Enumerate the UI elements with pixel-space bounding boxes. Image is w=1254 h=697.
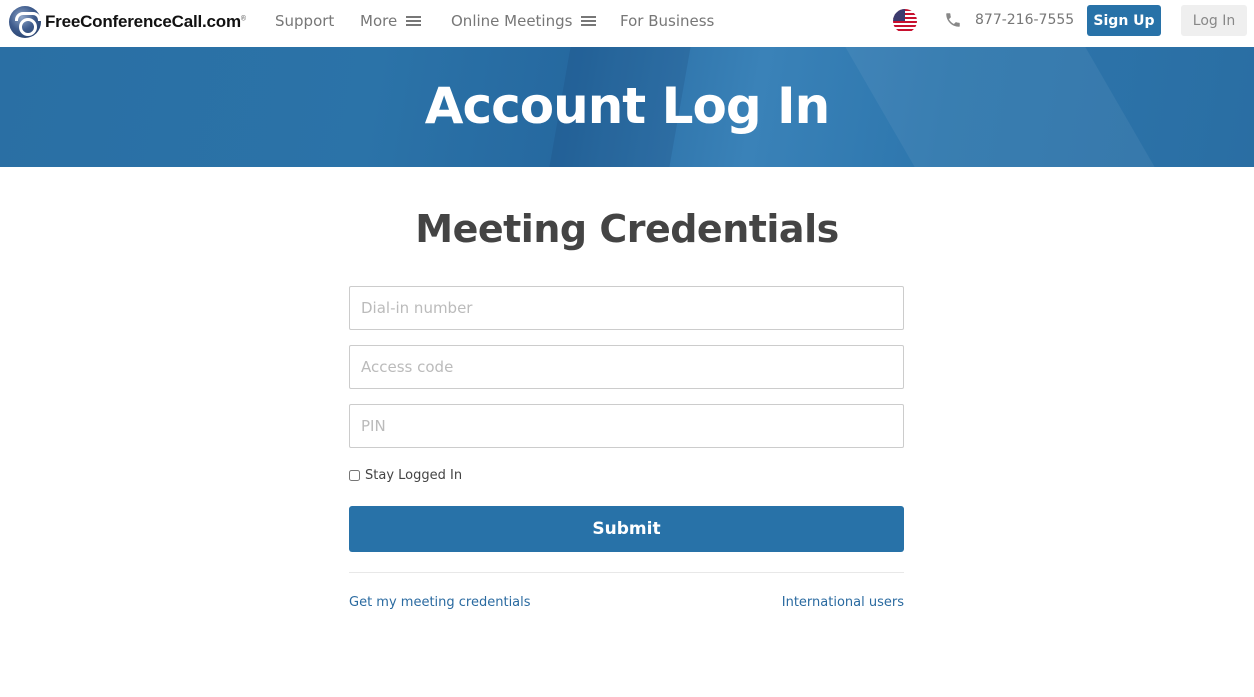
nav-support[interactable]: Support xyxy=(275,12,334,30)
telephone-logo-icon xyxy=(9,6,41,38)
get-meeting-credentials-link[interactable]: Get my meeting credentials xyxy=(349,595,531,610)
hamburger-menu-icon xyxy=(581,14,597,28)
submit-button[interactable]: Submit xyxy=(349,506,904,552)
hamburger-menu-icon xyxy=(406,14,422,28)
logo-text: FreeConferenceCall.com® xyxy=(45,12,246,31)
international-users-link[interactable]: International users xyxy=(782,595,904,610)
pin-input[interactable] xyxy=(349,404,904,448)
access-code-input[interactable] xyxy=(349,345,904,389)
nav-for-business-label: For Business xyxy=(620,12,715,30)
dial-in-number-input[interactable] xyxy=(349,286,904,330)
section-title: Meeting Credentials xyxy=(415,207,839,251)
sign-up-button[interactable]: Sign Up xyxy=(1087,5,1161,36)
registered-mark: ® xyxy=(240,15,246,23)
nav-support-label: Support xyxy=(275,12,335,30)
phone-number[interactable]: 877-216-7555 xyxy=(975,12,1074,28)
nav-more[interactable]: More xyxy=(360,12,422,30)
phone-icon xyxy=(946,13,960,27)
divider xyxy=(349,572,904,573)
top-navigation: FreeConferenceCall.com® Support More Onl… xyxy=(0,0,1254,46)
log-in-button[interactable]: Log In xyxy=(1181,5,1247,36)
stay-logged-in-label: Stay Logged In xyxy=(365,468,463,483)
nav-more-label: More xyxy=(360,12,398,30)
nav-for-business[interactable]: For Business xyxy=(620,12,714,30)
us-flag-icon[interactable] xyxy=(893,9,917,33)
page-title: Account Log In xyxy=(424,77,830,135)
stay-logged-in-row[interactable]: Stay Logged In xyxy=(349,468,462,483)
logo[interactable]: FreeConferenceCall.com® xyxy=(9,6,246,38)
nav-online-meetings-label: Online Meetings xyxy=(451,12,573,30)
nav-online-meetings[interactable]: Online Meetings xyxy=(451,12,597,30)
hero-banner: Account Log In xyxy=(0,47,1254,167)
stay-logged-in-checkbox[interactable] xyxy=(349,470,360,481)
